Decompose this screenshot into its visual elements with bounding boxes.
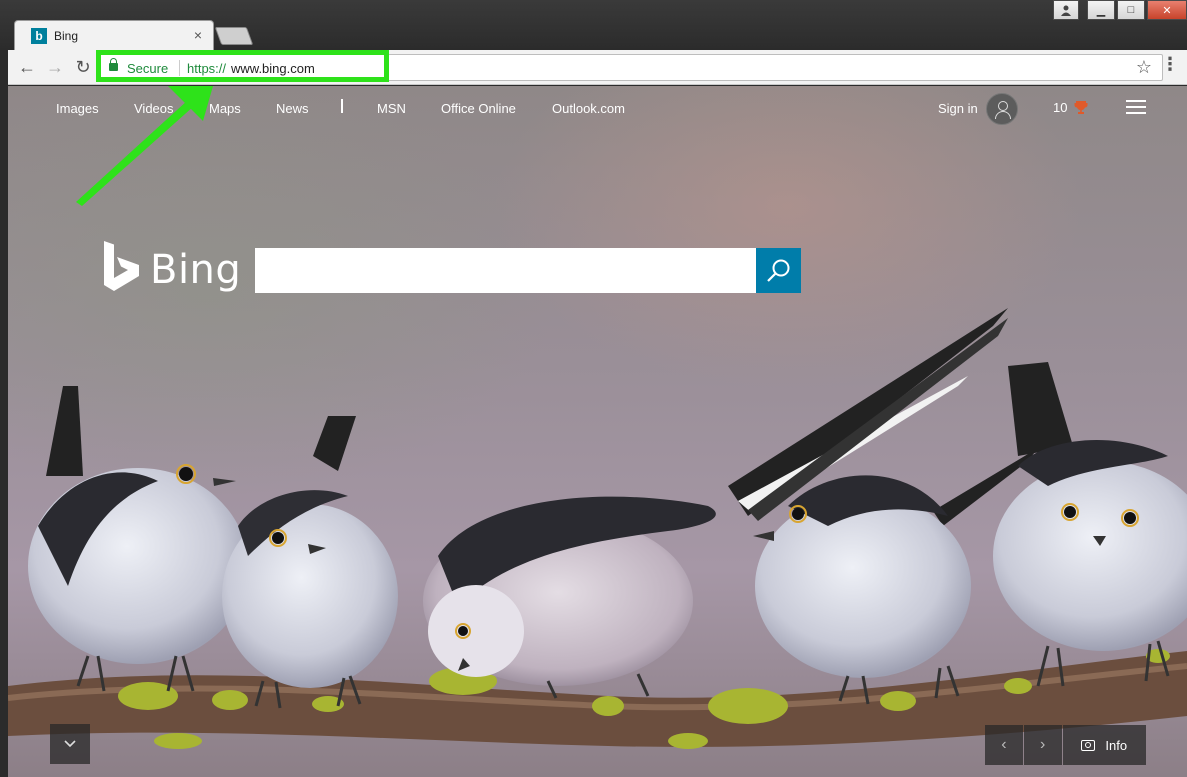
next-image-button[interactable]: ›: [1023, 725, 1062, 765]
image-controls: ‹ › Info: [985, 725, 1147, 765]
rewards-trophy-icon[interactable]: [1074, 100, 1088, 114]
tab-close-icon[interactable]: ×: [194, 27, 202, 43]
nav-images[interactable]: Images: [56, 101, 99, 116]
bing-favicon-icon: b: [31, 28, 47, 44]
search-input[interactable]: [255, 248, 756, 293]
forward-button[interactable]: →: [44, 56, 66, 78]
new-tab-button[interactable]: [214, 27, 254, 45]
tab-bing[interactable]: b Bing ×: [14, 20, 214, 50]
bookmark-star-icon[interactable]: ☆: [1136, 57, 1152, 78]
tab-title: Bing: [54, 29, 79, 43]
hamburger-menu-icon[interactable]: [1126, 100, 1146, 116]
chevron-down-icon: [64, 740, 76, 748]
nav-office-online[interactable]: Office Online: [441, 101, 516, 116]
bing-top-nav: Images Videos Maps News MSN Office Onlin…: [8, 86, 1187, 130]
scroll-down-button[interactable]: [50, 724, 90, 764]
search-button[interactable]: [756, 248, 801, 293]
nav-maps[interactable]: Maps: [209, 101, 241, 116]
nav-divider: [341, 99, 343, 113]
image-info-button[interactable]: Info: [1062, 725, 1146, 765]
window-controls: ▁ □ ✕: [1051, 0, 1187, 20]
reload-button[interactable]: ↻: [72, 56, 94, 78]
user-profile-icon[interactable]: [1053, 0, 1079, 20]
bing-logo: Bing: [102, 241, 242, 293]
browser-window: b Bing × ▁ □ ✕ ← → ↻ Secure https:// www…: [0, 0, 1187, 777]
close-window-button[interactable]: ✕: [1147, 0, 1187, 20]
bing-logo-text: Bing: [150, 247, 242, 293]
camera-icon: [1081, 739, 1096, 751]
rewards-count[interactable]: 10: [1053, 100, 1067, 115]
bing-b-logo-icon: [104, 241, 139, 291]
info-label: Info: [1105, 737, 1128, 753]
back-button[interactable]: ←: [16, 56, 38, 78]
nav-videos[interactable]: Videos: [134, 101, 174, 116]
maximize-button[interactable]: □: [1117, 0, 1145, 20]
bing-homepage: Images Videos Maps News MSN Office Onlin…: [8, 86, 1187, 777]
sign-in-link[interactable]: Sign in: [938, 101, 978, 116]
nav-outlook[interactable]: Outlook.com: [552, 101, 625, 116]
previous-image-button[interactable]: ‹: [985, 725, 1023, 765]
browser-menu-icon[interactable]: ⋮: [1161, 54, 1179, 75]
nav-news[interactable]: News: [276, 101, 309, 116]
minimize-button[interactable]: ▁: [1087, 0, 1115, 20]
tab-strip: b Bing × ▁ □ ✕: [0, 0, 1187, 50]
url-highlight-box: [96, 50, 389, 82]
avatar-icon[interactable]: [986, 93, 1018, 125]
nav-msn[interactable]: MSN: [377, 101, 406, 116]
search-icon: [766, 259, 789, 282]
birds-background-image: [8, 86, 1187, 749]
